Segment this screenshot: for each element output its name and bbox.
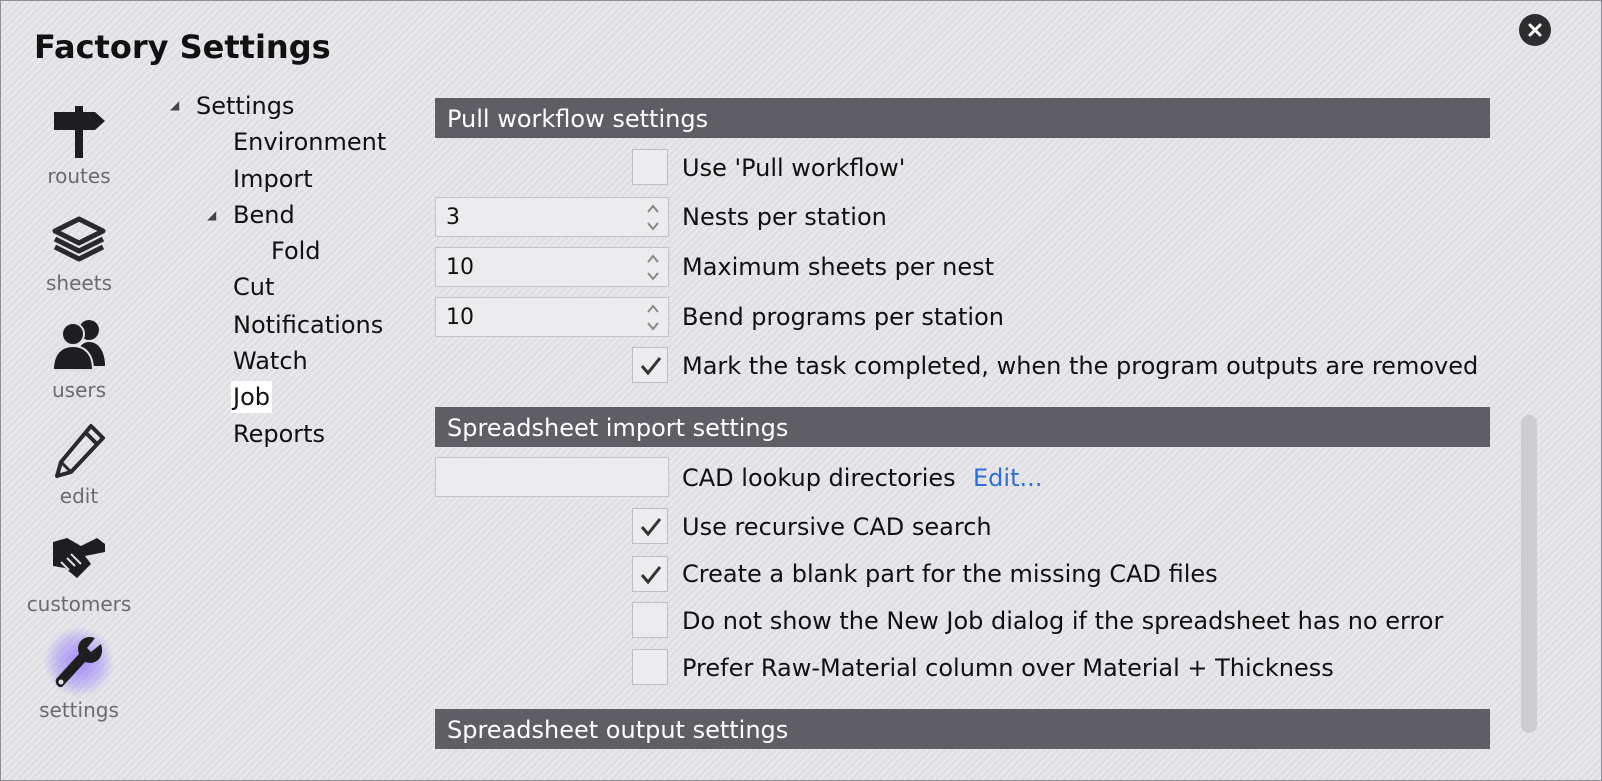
max-sheets-per-nest-label: Maximum sheets per nest <box>682 253 995 281</box>
spin-up-icon[interactable] <box>644 301 662 317</box>
bend-programs-per-station-spinner[interactable] <box>435 297 669 337</box>
tree-node-bend[interactable]: Bend <box>233 199 295 231</box>
checkmark-icon <box>640 566 662 585</box>
recursive-cad-search-checkbox[interactable] <box>632 508 668 544</box>
prefer-raw-material-label: Prefer Raw-Material column over Material… <box>682 654 1334 682</box>
close-icon <box>1528 23 1542 37</box>
no-new-job-dialog-label: Do not show the New Job dialog if the sp… <box>682 607 1444 635</box>
rail-label: routes <box>47 164 111 188</box>
cad-lookup-directories-input[interactable] <box>436 458 668 496</box>
tree-node-reports[interactable]: Reports <box>233 418 325 450</box>
rail-label: edit <box>59 484 99 508</box>
use-pull-workflow-label: Use 'Pull workflow' <box>682 154 906 182</box>
handshake-icon <box>53 538 105 578</box>
use-pull-workflow-checkbox[interactable] <box>632 149 668 185</box>
section-header-spreadsheet-output: Spreadsheet output settings <box>435 709 1490 749</box>
tree-node-settings[interactable]: Settings <box>196 90 294 122</box>
rail-item-settings[interactable]: settings <box>22 626 136 738</box>
tree-node-job[interactable]: Job <box>231 381 272 413</box>
window-title: Factory Settings <box>34 28 331 66</box>
spin-down-icon[interactable] <box>644 218 662 234</box>
cad-lookup-directories-field[interactable] <box>435 457 669 497</box>
tree-node-environment[interactable]: Environment <box>233 126 386 158</box>
blank-part-label: Create a blank part for the missing CAD … <box>682 560 1218 588</box>
spin-down-icon[interactable] <box>644 268 662 284</box>
recursive-cad-search-label: Use recursive CAD search <box>682 513 992 541</box>
rail-label: customers <box>26 592 132 616</box>
scrollbar-thumb[interactable] <box>1521 415 1537 733</box>
sheets-stack-icon <box>52 216 106 262</box>
tree-node-watch[interactable]: Watch <box>233 345 308 377</box>
wrench-icon <box>55 636 103 688</box>
spin-up-icon[interactable] <box>644 251 662 267</box>
expand-arrow-icon[interactable]: ◢ <box>170 98 179 112</box>
signpost-icon <box>54 106 105 158</box>
mark-task-completed-checkbox[interactable] <box>632 347 668 383</box>
max-sheets-per-nest-spinner[interactable] <box>435 247 669 287</box>
spin-down-icon[interactable] <box>644 318 662 334</box>
checkmark-icon <box>640 518 662 537</box>
spin-up-icon[interactable] <box>644 201 662 217</box>
rail-item-customers[interactable]: customers <box>22 528 136 632</box>
rail-item-sheets[interactable]: sheets <box>22 207 136 311</box>
expand-arrow-icon[interactable]: ◢ <box>207 208 216 222</box>
edit-cad-directories-link[interactable]: Edit... <box>973 462 1042 494</box>
blank-part-checkbox[interactable] <box>632 556 668 592</box>
tree-node-fold[interactable]: Fold <box>271 235 321 267</box>
bend-programs-per-station-label: Bend programs per station <box>682 303 1004 331</box>
rail-label: settings <box>39 698 119 722</box>
rail-item-users[interactable]: users <box>22 314 136 418</box>
tree-node-import[interactable]: Import <box>233 163 313 195</box>
rail-label: sheets <box>46 271 112 295</box>
section-header-pull-workflow: Pull workflow settings <box>435 98 1490 138</box>
tree-node-notifications[interactable]: Notifications <box>233 309 383 341</box>
checkmark-icon <box>640 357 662 376</box>
close-button[interactable] <box>1519 14 1551 46</box>
rail-item-routes[interactable]: routes <box>22 100 136 204</box>
bend-programs-per-station-input[interactable] <box>436 298 636 336</box>
prefer-raw-material-checkbox[interactable] <box>632 649 668 685</box>
max-sheets-per-nest-input[interactable] <box>436 248 636 286</box>
cad-lookup-directories-label: CAD lookup directories <box>682 464 956 492</box>
no-new-job-dialog-checkbox[interactable] <box>632 602 668 638</box>
tree-node-cut[interactable]: Cut <box>233 271 274 303</box>
nests-per-station-label: Nests per station <box>682 203 887 231</box>
nests-per-station-spinner[interactable] <box>435 197 669 237</box>
section-header-spreadsheet-import: Spreadsheet import settings <box>435 407 1490 447</box>
wrench-icon-wrapper <box>43 626 115 698</box>
users-icon <box>51 320 105 371</box>
mark-task-completed-label: Mark the task completed, when the progra… <box>682 352 1479 380</box>
pencil-icon <box>55 424 105 478</box>
rail-label: users <box>51 378 107 402</box>
nests-per-station-input[interactable] <box>436 198 636 236</box>
rail-item-edit[interactable]: edit <box>22 420 136 524</box>
